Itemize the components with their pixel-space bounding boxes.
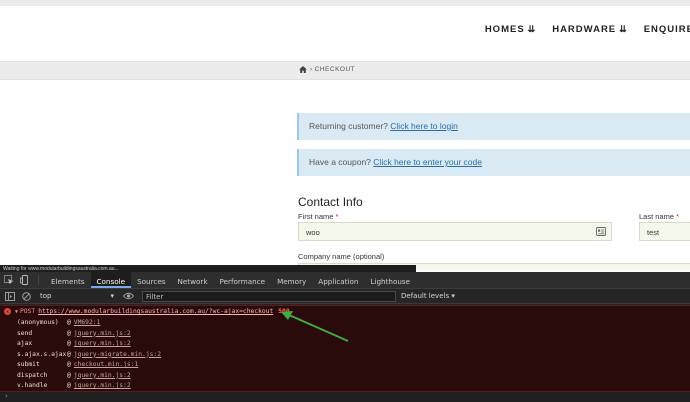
nav-homes[interactable]: HOMES ⇊ <box>485 24 536 35</box>
stack-frame: v.handle @ jquery.min.js:2 <box>17 382 131 389</box>
devtools-tab-bar: Elements Console Sources Network Perform… <box>0 272 690 289</box>
request-method: POST <box>20 308 36 315</box>
first-name-input[interactable]: woo <box>298 222 612 241</box>
source-link[interactable]: jquery.min.js:2 <box>74 372 131 379</box>
source-link[interactable]: jquery.min.js:2 <box>74 330 131 337</box>
breadcrumb-separator: › <box>310 66 313 73</box>
tab-performance[interactable]: Performance <box>214 272 272 288</box>
tab-network[interactable]: Network <box>172 272 214 288</box>
devtools-panel: Elements Console Sources Network Perform… <box>0 272 690 402</box>
console-toolbar: top ▾ Filter Default levels ▾ <box>0 289 690 304</box>
main-nav: HOMES ⇊ HARDWARE ⇊ ENQUIRE <box>469 24 690 35</box>
source-link[interactable]: jquery.min.js:2 <box>74 340 131 347</box>
stack-frame: s.ajax.s.ajax @ jquery-migrate.min.js:2 <box>17 350 161 358</box>
device-toolbar-icon[interactable] <box>18 272 32 288</box>
returning-customer-notice: Returning customer? Click here to login <box>297 113 690 140</box>
tab-lighthouse[interactable]: Lighthouse <box>364 272 416 288</box>
source-link[interactable]: checkout.min.js:1 <box>74 361 138 368</box>
returning-customer-text: Returning customer? <box>309 121 388 131</box>
stack-frame: dispatch @ jquery.min.js:2 <box>17 371 131 379</box>
last-name-input[interactable]: test <box>639 222 690 241</box>
source-link[interactable]: jquery.min.js:2 <box>74 382 131 389</box>
contact-info-heading: Contact Info <box>298 195 363 209</box>
tab-console[interactable]: Console <box>90 272 132 288</box>
source-link[interactable]: jquery-migrate.min.js:2 <box>74 351 161 358</box>
coupon-notice: Have a coupon? Click here to enter your … <box>297 149 690 176</box>
console-filter-input[interactable]: Filter <box>142 290 396 302</box>
request-url-link[interactable]: https://www.modularbuildingsaustralia.co… <box>38 308 273 315</box>
contact-card-icon[interactable] <box>596 227 606 236</box>
double-chevron-down-icon: ⇊ <box>619 24 628 34</box>
first-name-value: woo <box>306 228 320 237</box>
inspect-element-icon[interactable] <box>2 272 16 288</box>
stack-frame: submit @ checkout.min.js:1 <box>17 361 139 368</box>
sidebar-toggle-icon[interactable] <box>4 291 16 302</box>
nav-hardware[interactable]: HARDWARE ⇊ <box>552 24 628 35</box>
toolbar-divider <box>38 275 39 285</box>
website-viewport: HOMES ⇊ HARDWARE ⇊ ENQUIRE › CHECKOUT Retu… <box>0 0 690 270</box>
breadcrumb-bar: › CHECKOUT <box>0 61 690 80</box>
breadcrumb: › CHECKOUT <box>299 66 355 73</box>
log-levels-value: Default levels <box>401 292 450 300</box>
console-prompt[interactable]: › <box>0 392 690 402</box>
header-top-strip <box>0 0 690 6</box>
log-levels-dropdown[interactable]: Default levels ▾ <box>401 292 455 300</box>
stack-frame: send @ jquery.min.js:2 <box>17 329 131 337</box>
clear-console-icon[interactable] <box>20 291 32 302</box>
dropdown-caret-icon: ▾ <box>110 292 114 300</box>
context-value: top <box>40 292 52 300</box>
home-icon[interactable] <box>299 66 307 73</box>
last-name-value: test <box>647 228 660 237</box>
required-mark: * <box>335 212 339 221</box>
last-name-label: Last name * <box>639 212 680 221</box>
required-mark: * <box>676 212 680 221</box>
tab-sources[interactable]: Sources <box>131 272 171 288</box>
login-link[interactable]: Click here to login <box>390 121 458 131</box>
stack-frame: (anonymous) @ VM692:1 <box>17 319 101 326</box>
status-code: 500 <box>278 308 290 315</box>
double-chevron-down-icon: ⇊ <box>527 24 537 34</box>
tab-elements[interactable]: Elements <box>45 272 91 288</box>
coupon-text: Have a coupon? <box>309 157 371 167</box>
expand-triangle-icon[interactable]: ▼ <box>15 309 18 315</box>
error-icon: ✕ <box>4 308 11 315</box>
dropdown-caret-icon: ▾ <box>451 292 455 300</box>
eye-icon[interactable] <box>122 291 134 302</box>
console-error-entry: ✕ ▼ POST https://www.modularbuildingsaus… <box>0 305 690 392</box>
coupon-link[interactable]: Click here to enter your code <box>373 157 482 167</box>
breadcrumb-current: CHECKOUT <box>314 66 356 73</box>
context-selector[interactable]: top ▾ <box>40 292 114 300</box>
tab-memory[interactable]: Memory <box>271 272 312 288</box>
error-message-line: ✕ ▼ POST https://www.modularbuildingsaus… <box>4 308 290 315</box>
nav-enquire[interactable]: ENQUIRE <box>644 24 690 35</box>
tab-application[interactable]: Application <box>312 272 364 288</box>
stack-frame: ajax @ jquery.min.js:2 <box>17 340 131 347</box>
source-link[interactable]: VM692:1 <box>74 319 101 326</box>
company-name-label: Company name (optional) <box>298 252 385 261</box>
first-name-label: First name * <box>298 212 339 221</box>
